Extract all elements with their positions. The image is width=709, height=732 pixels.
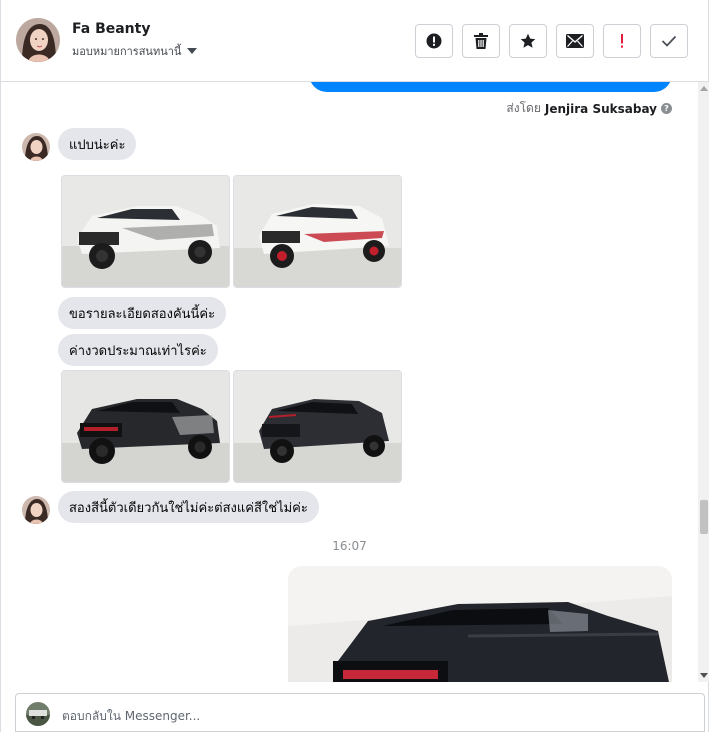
report-icon <box>426 33 442 49</box>
received-message[interactable]: แปบน่ะค่ะ <box>58 128 137 160</box>
page-avatar <box>26 702 50 726</box>
spam-button[interactable] <box>603 24 641 58</box>
conversation-actions <box>415 24 688 58</box>
sent-by-name[interactable]: Jenjira Suksabay <box>545 102 657 116</box>
mark-done-button[interactable] <box>650 24 688 58</box>
sent-message-bubble[interactable] <box>309 82 672 92</box>
caret-down-icon <box>187 48 198 54</box>
spam-icon <box>621 34 623 48</box>
conversation-panel: Fa Beanty มอบหมายการสนทนานี้ ส่งโดย Jenj… <box>0 0 709 732</box>
car-photo-white-isuzu[interactable] <box>233 175 402 288</box>
car-photo-black-isuzu[interactable] <box>233 370 402 483</box>
conversation-header: Fa Beanty มอบหมายการสนทนานี้ <box>1 0 708 82</box>
reply-input[interactable]: ตอบกลับใน Messenger... <box>62 707 200 726</box>
mark-unread-button[interactable] <box>556 24 594 58</box>
contact-avatar-small[interactable] <box>22 133 50 161</box>
contact-avatar[interactable] <box>16 18 60 62</box>
sent-by-prefix: ส่งโดย <box>506 101 541 115</box>
reply-composer[interactable]: ตอบกลับใน Messenger... <box>15 693 705 732</box>
received-message[interactable]: ค่างวดประมาณเท่าไรค่ะ <box>58 334 218 366</box>
car-photo-white-ford[interactable] <box>61 175 230 288</box>
star-icon <box>520 33 536 48</box>
assign-conversation-dropdown[interactable]: มอบหมายการสนทนานี้ <box>72 42 198 60</box>
check-icon <box>661 35 677 47</box>
star-button[interactable] <box>509 24 547 58</box>
message-thread[interactable]: ส่งโดย Jenjira Suksabay ? แปบน่ะค่ะ ขอรา… <box>1 82 698 682</box>
scroll-thumb[interactable] <box>700 500 708 534</box>
thread-scrollbar[interactable] <box>698 82 709 682</box>
car-photo-black-ford[interactable] <box>61 370 230 483</box>
received-message[interactable]: สองสีนี้ตัวเดียวกันใช่ไม่ค่ะต่สงแค่สีใช่… <box>58 491 319 523</box>
mail-icon <box>566 34 584 48</box>
contact-name[interactable]: Fa Beanty <box>72 21 150 37</box>
scroll-up-arrow-icon[interactable] <box>700 86 708 91</box>
sent-car-photo[interactable] <box>288 566 672 682</box>
report-button[interactable] <box>415 24 453 58</box>
assign-label: มอบหมายการสนทนานี้ <box>72 45 182 58</box>
message-timestamp: 16:07 <box>332 539 367 553</box>
sent-by-label: ส่งโดย Jenjira Suksabay ? <box>506 99 672 118</box>
help-icon[interactable]: ? <box>661 103 672 114</box>
received-message[interactable]: ขอรายละเอียดสองคันนี้ค่ะ <box>58 297 227 329</box>
scroll-down-arrow-icon[interactable] <box>700 673 708 678</box>
delete-button[interactable] <box>462 24 500 58</box>
contact-avatar-small[interactable] <box>22 496 50 524</box>
trash-icon <box>474 33 488 49</box>
